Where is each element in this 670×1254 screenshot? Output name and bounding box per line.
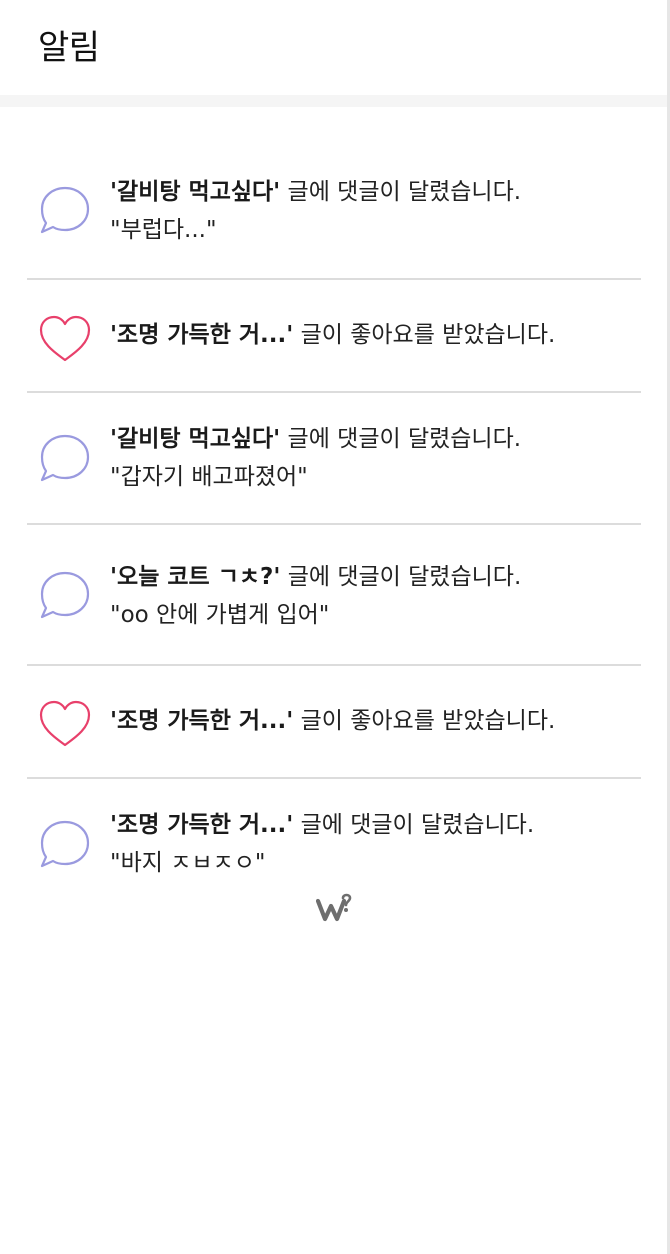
notification-message: 글에 댓글이 달렸습니다. (280, 426, 522, 452)
speech-bubble-icon (37, 185, 93, 237)
post-title: '오늘 코트 ㄱㅊ?' (110, 564, 281, 590)
header-divider (0, 95, 667, 107)
post-title: '조명 가득한 거...' (110, 708, 294, 734)
notification-text: '조명 가득한 거...' 글이 좋아요를 받았습니다. (110, 316, 641, 354)
speech-bubble-icon (37, 433, 93, 485)
notification-message: 글에 댓글이 달렸습니다. (280, 179, 522, 205)
notification-item[interactable]: '갈비탕 먹고싶다' 글에 댓글이 달렸습니다. "갑자기 배고파졌어" (27, 393, 641, 525)
notification-text: '조명 가득한 거...' 글에 댓글이 달렸습니다. "바지 ㅈㅂㅈㅇ" (110, 806, 641, 882)
notification-text: '조명 가득한 거...' 글이 좋아요를 받았습니다. (110, 702, 641, 740)
notification-message: 글이 좋아요를 받았습니다. (293, 708, 556, 734)
comment-quote: "갑자기 배고파졌어" (110, 464, 308, 490)
notification-message: 글에 댓글이 달렸습니다. (280, 564, 522, 590)
speech-bubble-icon (37, 819, 93, 871)
post-title: '갈비탕 먹고싶다' (110, 179, 281, 205)
notification-text: '갈비탕 먹고싶다' 글에 댓글이 달렸습니다. "부럽다..." (110, 173, 641, 249)
notification-item[interactable]: '조명 가득한 거...' 글에 댓글이 달렸습니다. "바지 ㅈㅂㅈㅇ" (27, 779, 641, 899)
page-title: 알림 (38, 28, 100, 68)
post-title: '조명 가득한 거...' (110, 812, 294, 838)
heart-icon (37, 698, 93, 750)
notification-message: 글에 댓글이 달렸습니다. (293, 812, 535, 838)
header: 알림 (0, 0, 670, 95)
post-title: '갈비탕 먹고싶다' (110, 426, 281, 452)
comment-quote: "oo 안에 가볍게 입어" (110, 602, 330, 628)
notification-item[interactable]: '조명 가득한 거...' 글이 좋아요를 받았습니다. (27, 666, 641, 779)
comment-quote: "바지 ㅈㅂㅈㅇ" (110, 850, 266, 876)
notifications-screen: 알림 '갈비탕 먹고싶다' 글에 댓글이 달렸습니다. "부럽다..." '조명… (0, 0, 670, 1254)
notification-item[interactable]: '오늘 코트 ㄱㅊ?' 글에 댓글이 달렸습니다. "oo 안에 가볍게 입어" (27, 525, 641, 666)
notification-item[interactable]: '갈비탕 먹고싶다' 글에 댓글이 달렸습니다. "부럽다..." (27, 135, 641, 280)
post-title: '조명 가득한 거...' (110, 322, 294, 348)
notification-message: 글이 좋아요를 받았습니다. (293, 322, 556, 348)
notification-item[interactable]: '조명 가득한 거...' 글이 좋아요를 받았습니다. (27, 280, 641, 393)
speech-bubble-icon (37, 570, 93, 622)
comment-quote: "부럽다..." (110, 217, 217, 243)
notification-text: '갈비탕 먹고싶다' 글에 댓글이 달렸습니다. "갑자기 배고파졌어" (110, 420, 641, 496)
w-brand-logo-icon (315, 893, 354, 923)
heart-icon (37, 313, 93, 365)
notification-text: '오늘 코트 ㄱㅊ?' 글에 댓글이 달렸습니다. "oo 안에 가볍게 입어" (110, 558, 641, 634)
